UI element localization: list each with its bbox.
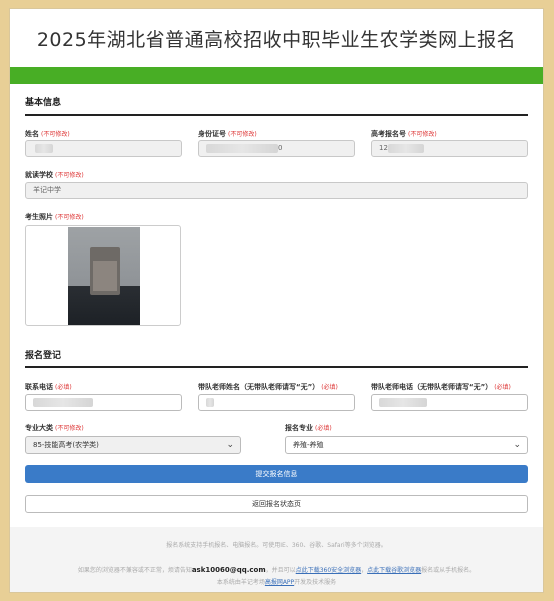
teacher-name-redacted <box>206 397 214 407</box>
teacher-phone-input[interactable] <box>371 394 528 411</box>
name-field <box>25 140 182 157</box>
teacher-phone-label: 带队老师电话（无带队老师请写“无”） (必填) <box>371 383 511 391</box>
school-label: 就读学校 (不可修改) <box>25 171 84 179</box>
footer: 报名系统支持手机报名、电脑报名。可使用IE、360、谷歌、Safari等多个浏览… <box>10 527 543 592</box>
footer-credit: 本系统由羊记考场高报网APP开发及技术服务 <box>216 579 337 586</box>
section-divider-registration <box>25 366 528 368</box>
exam-number-field: 12 <box>371 140 528 157</box>
download-360-browser-link[interactable]: 点此下载360安全浏览器 <box>296 567 361 574</box>
school-field: 羊记中学 <box>25 182 528 199</box>
student-photo-frame <box>25 225 181 326</box>
major-label: 报名专业 (必填) <box>285 424 332 432</box>
chevron-down-icon: ⌄ <box>513 440 521 450</box>
header-green-bar <box>10 67 543 84</box>
student-photo-face-redacted <box>90 247 120 295</box>
teacher-phone-redacted <box>379 397 427 407</box>
id-number-field: 0 <box>198 140 355 157</box>
exam-number-redacted <box>387 143 424 153</box>
phone-redacted <box>33 397 93 407</box>
teacher-name-input[interactable] <box>198 394 355 411</box>
phone-input[interactable] <box>25 394 182 411</box>
photo-label: 考生照片 (不可修改) <box>25 213 84 221</box>
phone-label: 联系电话 (必填) <box>25 383 72 391</box>
footer-browser-note: 如果您的浏览器不兼容或不正常，烦请告知ask10060@qq.com，并且可以点… <box>77 566 476 574</box>
submit-registration-button[interactable]: 提交报名信息 <box>25 465 528 483</box>
footer-support-note: 报名系统支持手机报名、电脑报名。可使用IE、360、谷歌、Safari等多个浏览… <box>166 542 387 549</box>
registration-card: 2025年湖北省普通高校招收中职毕业生农学类网上报名 基本信息 姓名 (不可修改)… <box>9 8 544 593</box>
major-select[interactable]: 养殖-养殖 ⌄ <box>285 436 528 454</box>
section-title-registration: 报名登记 <box>25 351 62 361</box>
page-title: 2025年湖北省普通高校招收中职毕业生农学类网上报名 <box>36 28 517 51</box>
download-chrome-link[interactable]: 点此下载谷歌浏览器 <box>367 567 421 574</box>
name-redacted <box>35 143 53 153</box>
chevron-down-icon: ⌄ <box>226 440 234 450</box>
exam-number-label: 高考报名号 (不可修改) <box>371 130 437 138</box>
app-link[interactable]: 高报网APP <box>265 579 294 586</box>
back-to-status-button[interactable]: 返回报名状态页 <box>25 495 528 513</box>
id-number-label: 身份证号 (不可修改) <box>198 130 257 138</box>
major-category-select[interactable]: 85-技能高考(农学类) ⌄ <box>25 436 241 454</box>
id-number-redacted <box>206 143 278 153</box>
name-label: 姓名 (不可修改) <box>25 130 70 138</box>
section-title-basic-info: 基本信息 <box>25 98 62 108</box>
student-photo <box>68 227 140 325</box>
major-category-label: 专业大类 (不可修改) <box>25 424 84 432</box>
section-divider-basic-info <box>25 114 528 116</box>
teacher-name-label: 带队老师姓名（无带队老师请写“无”） (必填) <box>198 383 338 391</box>
support-email: ask10060@qq.com <box>191 566 266 574</box>
